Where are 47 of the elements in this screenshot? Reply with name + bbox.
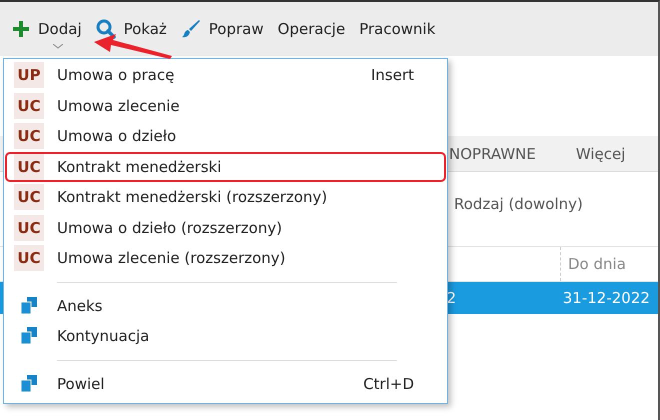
document-copy-icon xyxy=(20,374,38,393)
document-copy-icon xyxy=(20,327,38,346)
contract-badge: UC xyxy=(14,245,44,272)
contract-badge: UC xyxy=(14,184,44,210)
menu-item-label: Aneks xyxy=(57,296,104,315)
toolbar-button[interactable]: Operacje xyxy=(278,18,346,40)
search-icon xyxy=(96,19,116,39)
table-cell-text: 31-12-2022 xyxy=(562,289,651,307)
menu-item[interactable]: UC Kontrakt menedżerski xyxy=(5,152,446,182)
toolbar-button[interactable]: Popraw xyxy=(180,18,264,40)
menu-item-label: Kontynuacja xyxy=(57,327,150,346)
toolbar-button[interactable]: Dodaj xyxy=(12,18,82,40)
menu-item[interactable]: Kontynuacja xyxy=(5,321,446,352)
menu-item-label: Kontrakt menedżerski (rozszerzony) xyxy=(57,188,328,206)
tab[interactable]: Więcej xyxy=(576,144,626,162)
menu-item-label: Umowa o pracę xyxy=(57,66,176,84)
menu-item-label: Umowa zlecenie xyxy=(57,96,181,115)
menu-item[interactable]: Aneks xyxy=(5,290,446,321)
tab[interactable]: NOPRAWNE xyxy=(449,144,536,162)
table-cell-text: 2 xyxy=(446,289,458,307)
menu-item-label: Umowa o dzieło xyxy=(57,127,178,146)
menu-item[interactable]: UC Umowa zlecenie xyxy=(5,90,446,121)
menu-item[interactable]: UP Umowa o pracę Insert xyxy=(5,60,446,90)
menu-item[interactable]: Powiel Ctrl+D xyxy=(5,368,446,399)
contract-badge: UC xyxy=(14,92,44,119)
menu-item[interactable]: UC Umowa o dzieło (rozszerzony) xyxy=(5,212,446,243)
column-header: Do dnia xyxy=(560,247,626,281)
menu-item-label: Umowa zlecenie (rozszerzony) xyxy=(57,249,287,268)
menu-item[interactable]: UC Kontrakt menedżerski (rozszerzony) xyxy=(5,182,446,212)
contract-badge: UC xyxy=(14,154,44,180)
menu-item-label: Powiel xyxy=(57,374,106,393)
plus-icon xyxy=(12,20,30,38)
menu-item[interactable]: UC Umowa o dzieło xyxy=(5,121,446,152)
shortcut-text: Insert xyxy=(370,66,414,84)
contract-badge: UP xyxy=(14,62,44,88)
filter-label[interactable]: Rodzaj (dowolny) xyxy=(454,195,583,213)
chevron-down-icon xyxy=(52,44,63,49)
brush-icon xyxy=(180,19,201,39)
menu-item-label: Kontrakt menedżerski xyxy=(57,158,222,176)
contract-badge: UC xyxy=(14,214,44,241)
menu-item-label: Umowa o dzieło (rozszerzony) xyxy=(57,218,284,237)
contract-badge: UC xyxy=(14,123,44,150)
document-copy-icon xyxy=(20,296,38,315)
shortcut-text: Ctrl+D xyxy=(363,374,414,393)
toolbar-button[interactable]: Pracownik xyxy=(359,18,436,40)
toolbar-button[interactable]: Pokaż xyxy=(96,18,167,40)
menu-item[interactable]: UC Umowa zlecenie (rozszerzony) xyxy=(5,243,446,274)
